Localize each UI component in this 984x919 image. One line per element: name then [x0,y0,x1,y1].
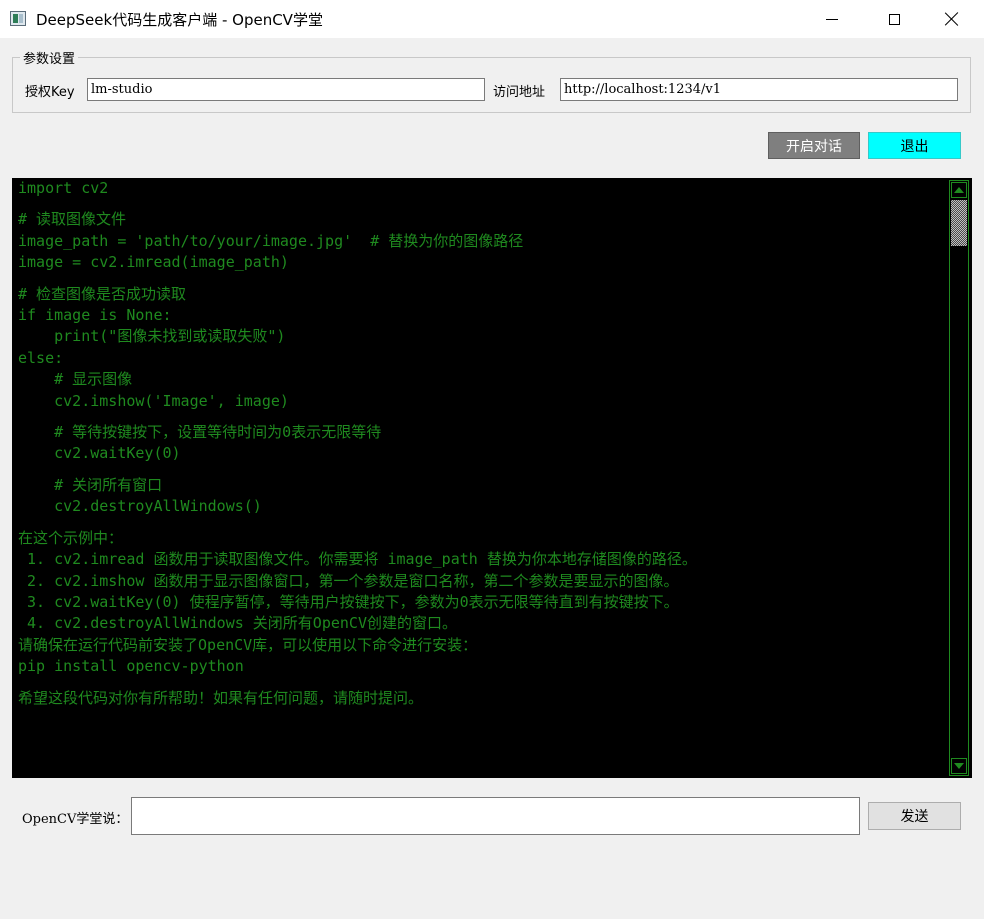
minimize-icon [826,18,838,20]
url-label: 访问地址 [493,85,546,100]
params-groupbox: 参数设置 授权Key 访问地址 [12,48,971,113]
console-line: print("图像未找到或读取失败") [18,327,286,346]
console-line: 希望这段代码对你有所帮助！如果有任何问题，请随时提问。 [18,688,424,707]
console-line: else: [18,348,64,367]
key-label: 授权Key [25,85,75,100]
console-line: 在这个示例中： [18,528,124,547]
maximize-button[interactable] [871,0,917,38]
console-line: # 读取图像文件 [18,210,127,229]
prompt-input[interactable] [131,797,860,835]
console-line: 请确保在运行代码前安装了OpenCV库，可以使用以下命令进行安装： [18,635,478,654]
output-console[interactable]: import cv2 # 读取图像文件 image_path = 'path/to… [12,178,972,778]
console-line: # 检查图像是否成功读取 [18,284,187,303]
console-line: 3. cv2.waitKey(0) 使程序暂停，等待用户按键按下，参数为0表示无… [18,592,679,611]
app-window-icon [10,11,26,26]
console-line: # 等待按键按下，设置等待时间为0表示无限等待 [18,423,382,442]
console-text: import cv2 # 读取图像文件 image_path = 'path/to… [18,178,948,778]
prompt-label: OpenCV学堂说： [22,812,129,827]
console-line: cv2.imshow('Image', image) [18,391,289,410]
window-title: DeepSeek代码生成客户端 - OpenCV学堂 [36,11,323,29]
exit-button[interactable]: 退出 [868,132,961,159]
scroll-up-button[interactable] [951,182,967,198]
key-input[interactable] [87,78,485,101]
scroll-down-button[interactable] [951,758,967,774]
console-line: 1. cv2.imread 函数用于读取图像文件。你需要将 image_path… [18,550,697,569]
params-legend: 参数设置 [20,48,79,67]
console-line: image_path = 'path/to/your/image.jpg' # … [18,231,524,250]
url-input[interactable] [560,78,958,101]
minimize-button[interactable] [809,0,855,38]
console-line: # 关闭所有窗口 [18,475,163,494]
console-line: cv2.destroyAllWindows() [18,497,262,516]
arrow-up-icon [954,187,964,193]
console-line: 2. cv2.imshow 函数用于显示图像窗口，第一个参数是窗口名称，第二个参… [18,571,679,590]
console-line: if image is None: [18,306,172,325]
send-button[interactable]: 发送 [868,802,961,830]
open-chat-button[interactable]: 开启对话 [768,132,860,159]
console-line: # 显示图像 [18,370,133,389]
maximize-icon [888,13,900,25]
close-icon [945,12,959,26]
console-line: 4. cv2.destroyAllWindows 关闭所有OpenCV创建的窗口… [18,614,457,633]
console-line: pip install opencv-python [18,657,244,676]
scroll-thumb[interactable] [951,200,967,246]
close-button[interactable] [929,0,975,38]
console-scrollbar[interactable] [949,180,969,776]
console-line: image = cv2.imread(image_path) [18,253,289,272]
title-bar[interactable]: DeepSeek代码生成客户端 - OpenCV学堂 [0,0,984,38]
console-line: cv2.waitKey(0) [18,444,181,463]
arrow-down-icon [954,763,964,769]
console-line: import cv2 [18,179,109,197]
